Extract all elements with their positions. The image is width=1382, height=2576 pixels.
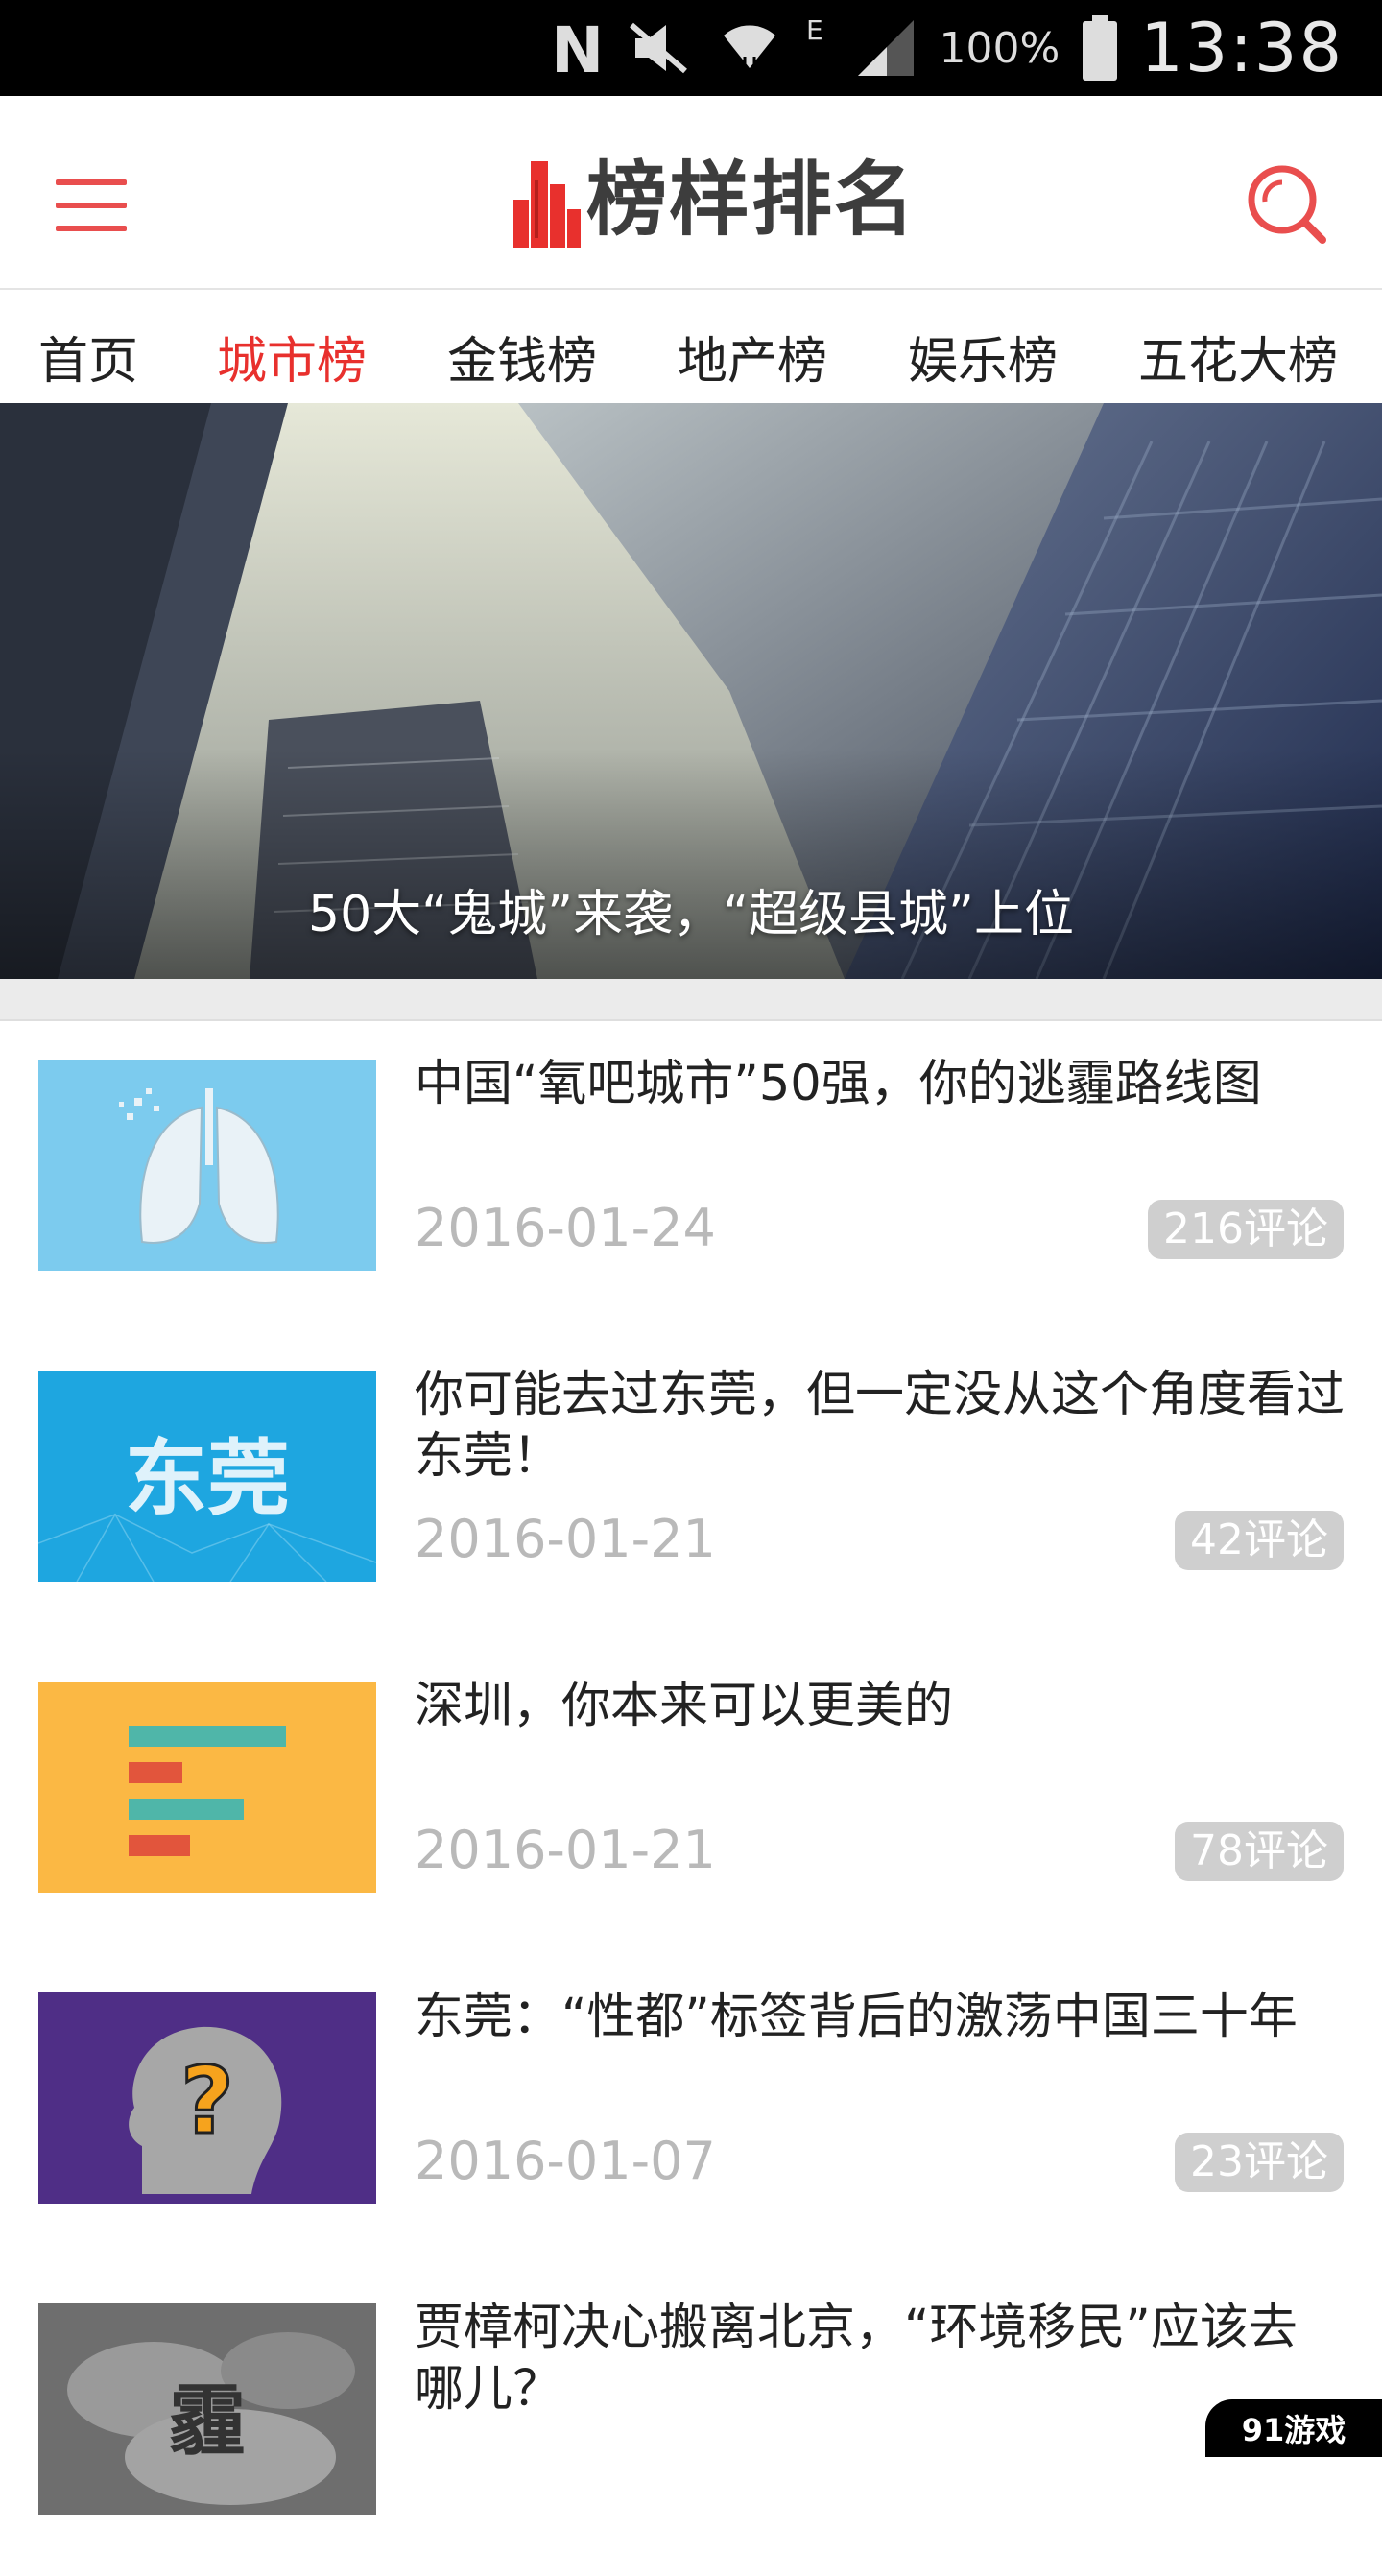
nfc-icon: N <box>549 16 605 80</box>
app-logo: 榜样排名 <box>513 142 917 248</box>
article-date: 2016-01-21 <box>415 1820 716 1880</box>
svg-text:?: ? <box>180 2047 234 2155</box>
svg-text:东莞: 东莞 <box>125 1431 290 1527</box>
menu-icon-line <box>56 226 127 231</box>
battery-icon <box>1081 15 1119 81</box>
svg-text:E: E <box>806 14 823 46</box>
logo-buildings-icon <box>513 161 581 248</box>
status-bar: N E 100% 13:38 <box>0 0 1382 96</box>
svg-text:N: N <box>551 16 604 80</box>
menu-icon-line <box>56 179 127 185</box>
logo-text: 榜样排名 <box>586 153 917 247</box>
tab-realestate-ranking[interactable]: 地产榜 <box>678 321 827 393</box>
article-thumbnail: 东莞 <box>38 1371 376 1582</box>
tab-entertainment-ranking[interactable]: 娱乐榜 <box>908 321 1058 393</box>
search-icon <box>1248 165 1326 244</box>
tab-home[interactable]: 首页 <box>38 321 138 393</box>
menu-icon-line <box>56 203 127 208</box>
article-title: 东莞：“性都”标签背后的激荡中国三十年 <box>415 1989 1298 2045</box>
article-item[interactable]: 霾 贾樟柯决心搬离北京，“环境移民”应该去哪儿？ <box>0 2265 1382 2576</box>
article-item[interactable]: ? 东莞：“性都”标签背后的激荡中国三十年 2016-01-07 23评论 <box>0 1954 1382 2268</box>
search-button[interactable] <box>1246 163 1328 246</box>
svg-text:霾: 霾 <box>169 2375 246 2466</box>
article-item[interactable]: 深圳，你本来可以更美的 2016-01-21 78评论 <box>0 1643 1382 1957</box>
article-title: 贾樟柯决心搬离北京，“环境移民”应该去哪儿？ <box>415 2300 1298 2418</box>
article-item[interactable]: 中国“氧吧城市”50强，你的逃霾路线图 2016-01-24 216评论 <box>0 1021 1382 1335</box>
section-divider <box>0 979 1382 1021</box>
article-date: 2016-01-07 <box>415 2131 716 2191</box>
signal-icon <box>854 16 917 80</box>
comment-count-badge: 42评论 <box>1175 1511 1344 1570</box>
article-title: 你可能去过东莞，但一定没从这个角度看过东莞！ <box>415 1367 1346 1485</box>
tab-money-ranking[interactable]: 金钱榜 <box>447 321 597 393</box>
menu-button[interactable] <box>56 179 127 231</box>
article-thumbnail: ? <box>38 1992 376 2204</box>
banner-caption: 50大“鬼城”来袭，“超级县城”上位 <box>308 886 1074 943</box>
clock: 13:38 <box>1140 9 1344 87</box>
wifi-icon <box>716 14 783 82</box>
battery-percent: 100% <box>939 23 1060 73</box>
comment-count-badge: 23评论 <box>1175 2133 1344 2192</box>
article-date: 2016-01-24 <box>415 1198 716 1258</box>
edge-icon: E <box>804 14 833 82</box>
featured-banner[interactable]: 50大“鬼城”来袭，“超级县城”上位 <box>0 403 1382 979</box>
article-thumbnail <box>38 1682 376 1893</box>
article-thumbnail <box>38 1060 376 1271</box>
tab-misc-ranking[interactable]: 五花大榜 <box>1138 321 1338 393</box>
category-tabs: 首页 城市榜 金钱榜 地产榜 娱乐榜 五花大榜 <box>0 290 1382 403</box>
article-title: 深圳，你本来可以更美的 <box>415 1678 954 1734</box>
app-header: 榜样排名 <box>0 96 1382 290</box>
article-date: 2016-01-21 <box>415 1509 716 1569</box>
watermark: 91游戏 <box>1205 2399 1382 2457</box>
tab-city-ranking[interactable]: 城市榜 <box>217 321 367 393</box>
article-thumbnail: 霾 <box>38 2303 376 2515</box>
article-title: 中国“氧吧城市”50强，你的逃霾路线图 <box>415 1056 1262 1112</box>
article-item[interactable]: 东莞 你可能去过东莞，但一定没从这个角度看过东莞！ 2016-01-21 42评… <box>0 1332 1382 1646</box>
comment-count-badge: 216评论 <box>1148 1200 1344 1259</box>
comment-count-badge: 78评论 <box>1175 1822 1344 1881</box>
mute-icon <box>626 21 695 75</box>
